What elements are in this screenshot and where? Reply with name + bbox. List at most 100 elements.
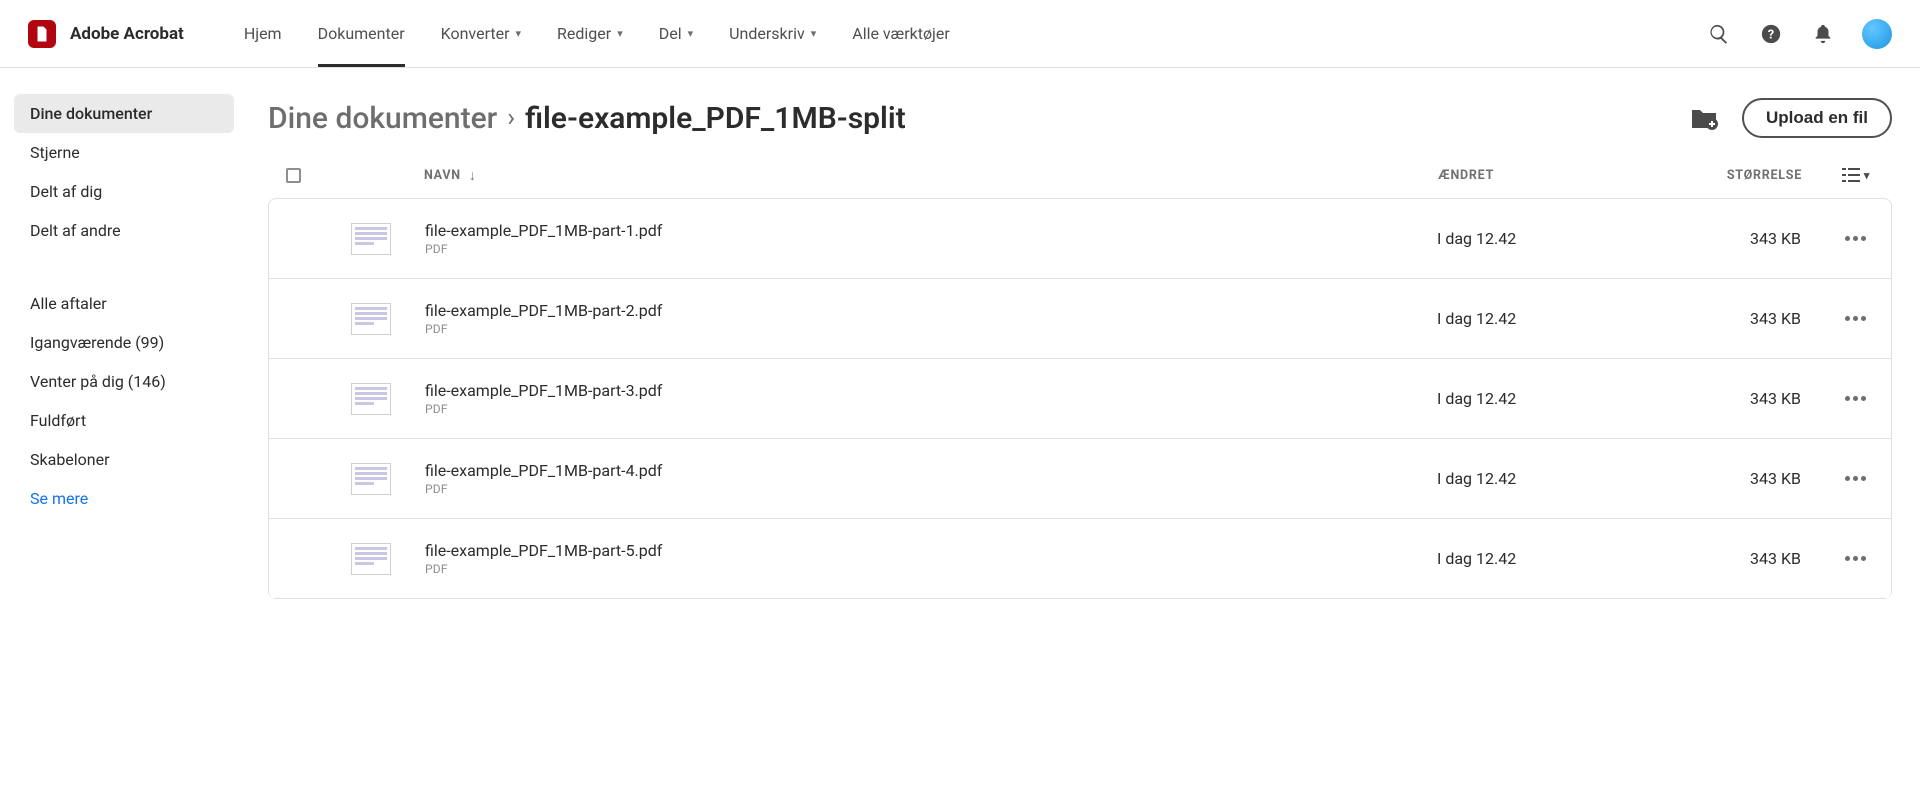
file-name: file-example_PDF_1MB-part-2.pdf	[425, 301, 1437, 320]
file-modified: I dag 12.42	[1437, 389, 1667, 408]
sidebar-item-stars[interactable]: Stjerne	[14, 133, 234, 172]
add-folder-icon[interactable]	[1690, 106, 1718, 130]
nav-convert[interactable]: Konverter▾	[423, 0, 539, 67]
more-icon	[1845, 396, 1866, 401]
file-type: PDF	[425, 322, 1437, 336]
topbar: Adobe Acrobat Hjem Dokumenter Konverter▾…	[0, 0, 1920, 68]
pdf-thumbnail-icon	[351, 223, 391, 255]
row-more-button[interactable]	[1827, 476, 1883, 481]
file-size: 343 KB	[1667, 389, 1827, 408]
file-name: file-example_PDF_1MB-part-3.pdf	[425, 381, 1437, 400]
more-icon	[1845, 316, 1866, 321]
sidebar-group-docs: Dine dokumenter Stjerne Delt af dig Delt…	[14, 94, 234, 250]
file-name-cell: file-example_PDF_1MB-part-2.pdf PDF	[425, 301, 1437, 336]
file-name-cell: file-example_PDF_1MB-part-1.pdf PDF	[425, 221, 1437, 256]
search-icon[interactable]	[1706, 21, 1732, 47]
sidebar-item-in-progress[interactable]: Igangværende (99)	[14, 323, 234, 362]
file-size: 343 KB	[1667, 549, 1827, 568]
nav-tools-label: Alle værktøjer	[852, 24, 950, 43]
sidebar-group-agreements: Alle aftaler Igangværende (99) Venter på…	[14, 284, 234, 518]
topbar-right: ?	[1706, 19, 1892, 49]
table-row[interactable]: file-example_PDF_1MB-part-4.pdf PDF I da…	[269, 439, 1891, 519]
nav-share-label: Del	[659, 24, 682, 43]
table-row[interactable]: file-example_PDF_1MB-part-2.pdf PDF I da…	[269, 279, 1891, 359]
breadcrumb-separator-icon: ›	[507, 103, 515, 133]
upload-button[interactable]: Upload en fil	[1742, 98, 1892, 138]
nav-share[interactable]: Del ▾	[641, 0, 711, 67]
sidebar-item-see-more[interactable]: Se mere	[14, 479, 234, 518]
nav-home-label: Hjem	[244, 24, 282, 43]
bell-icon[interactable]	[1810, 21, 1836, 47]
column-name-label: NAVN	[424, 168, 461, 183]
header-actions: Upload en fil	[1690, 98, 1892, 138]
breadcrumb-current: file-example_PDF_1MB-split	[525, 101, 906, 136]
column-header: NAVN ↓ ÆNDRET STØRRELSE ▾	[268, 166, 1892, 198]
table-row[interactable]: file-example_PDF_1MB-part-1.pdf PDF I da…	[269, 199, 1891, 279]
table-row[interactable]: file-example_PDF_1MB-part-3.pdf PDF I da…	[269, 359, 1891, 439]
pdf-thumbnail-icon	[351, 383, 391, 415]
pdf-thumbnail-icon	[351, 543, 391, 575]
content: Dine dokumenter Stjerne Delt af dig Delt…	[0, 68, 1920, 789]
file-name: file-example_PDF_1MB-part-4.pdf	[425, 461, 1437, 480]
sidebar-item-shared-by-you[interactable]: Delt af dig	[14, 172, 234, 211]
sidebar-item-templates[interactable]: Skabeloner	[14, 440, 234, 479]
file-modified: I dag 12.42	[1437, 309, 1667, 328]
chevron-down-icon: ▾	[688, 27, 694, 40]
file-name-cell: file-example_PDF_1MB-part-3.pdf PDF	[425, 381, 1437, 416]
breadcrumb: Dine dokumenter › file-example_PDF_1MB-s…	[268, 101, 906, 136]
help-icon[interactable]: ?	[1758, 21, 1784, 47]
svg-text:?: ?	[1768, 27, 1774, 42]
table-row[interactable]: file-example_PDF_1MB-part-5.pdf PDF I da…	[269, 519, 1891, 599]
nav-documents-label: Dokumenter	[318, 24, 405, 43]
row-more-button[interactable]	[1827, 316, 1883, 321]
nav-sign-label: Underskriv	[729, 24, 805, 43]
more-icon	[1845, 236, 1866, 241]
file-list: file-example_PDF_1MB-part-1.pdf PDF I da…	[268, 198, 1892, 599]
file-name: file-example_PDF_1MB-part-5.pdf	[425, 541, 1437, 560]
sort-down-icon: ↓	[469, 167, 477, 184]
file-size: 343 KB	[1667, 229, 1827, 248]
file-modified: I dag 12.42	[1437, 469, 1667, 488]
more-icon	[1845, 556, 1866, 561]
pdf-thumbnail-icon	[351, 303, 391, 335]
file-name-cell: file-example_PDF_1MB-part-5.pdf PDF	[425, 541, 1437, 576]
column-size[interactable]: STØRRELSE	[1668, 168, 1828, 183]
row-more-button[interactable]	[1827, 556, 1883, 561]
sidebar-item-completed[interactable]: Fuldført	[14, 401, 234, 440]
breadcrumb-parent[interactable]: Dine dokumenter	[268, 101, 497, 136]
sidebar-item-waiting[interactable]: Venter på dig (146)	[14, 362, 234, 401]
nav-documents[interactable]: Dokumenter	[300, 0, 423, 67]
chevron-down-icon: ▾	[1864, 169, 1870, 182]
row-more-button[interactable]	[1827, 236, 1883, 241]
file-modified: I dag 12.42	[1437, 549, 1667, 568]
file-name: file-example_PDF_1MB-part-1.pdf	[425, 221, 1437, 240]
file-size: 343 KB	[1667, 309, 1827, 328]
column-modified[interactable]: ÆNDRET	[1438, 168, 1668, 183]
nav-sign[interactable]: Underskriv ▾	[711, 0, 834, 67]
file-type: PDF	[425, 242, 1437, 256]
avatar[interactable]	[1862, 19, 1892, 49]
sidebar-item-shared-by-others[interactable]: Delt af andre	[14, 211, 234, 250]
product-name: Adobe Acrobat	[70, 24, 184, 44]
column-name[interactable]: NAVN ↓	[350, 167, 1438, 184]
file-type: PDF	[425, 562, 1437, 576]
nav-tools[interactable]: Alle værktøjer	[834, 0, 968, 67]
acrobat-logo-icon	[28, 20, 56, 48]
pdf-thumbnail-icon	[351, 463, 391, 495]
nav-convert-label: Konverter	[441, 24, 510, 43]
chevron-down-icon: ▾	[617, 27, 623, 40]
main-nav: Hjem Dokumenter Konverter▾ Rediger▾ Del▾…	[226, 0, 968, 67]
sidebar: Dine dokumenter Stjerne Delt af dig Delt…	[0, 68, 248, 789]
more-icon	[1845, 476, 1866, 481]
chevron-down-icon: ▾	[811, 27, 817, 40]
sidebar-item-your-documents[interactable]: Dine dokumenter	[14, 94, 234, 133]
nav-edit[interactable]: Rediger▾	[539, 0, 641, 67]
nav-home[interactable]: Hjem	[226, 0, 300, 67]
select-all-checkbox[interactable]	[286, 168, 350, 183]
file-name-cell: file-example_PDF_1MB-part-4.pdf PDF	[425, 461, 1437, 496]
sidebar-item-all-agreements[interactable]: Alle aftaler	[14, 284, 234, 323]
file-type: PDF	[425, 482, 1437, 496]
main: Dine dokumenter › file-example_PDF_1MB-s…	[248, 68, 1920, 789]
view-toggle[interactable]: ▾	[1828, 166, 1884, 184]
row-more-button[interactable]	[1827, 396, 1883, 401]
